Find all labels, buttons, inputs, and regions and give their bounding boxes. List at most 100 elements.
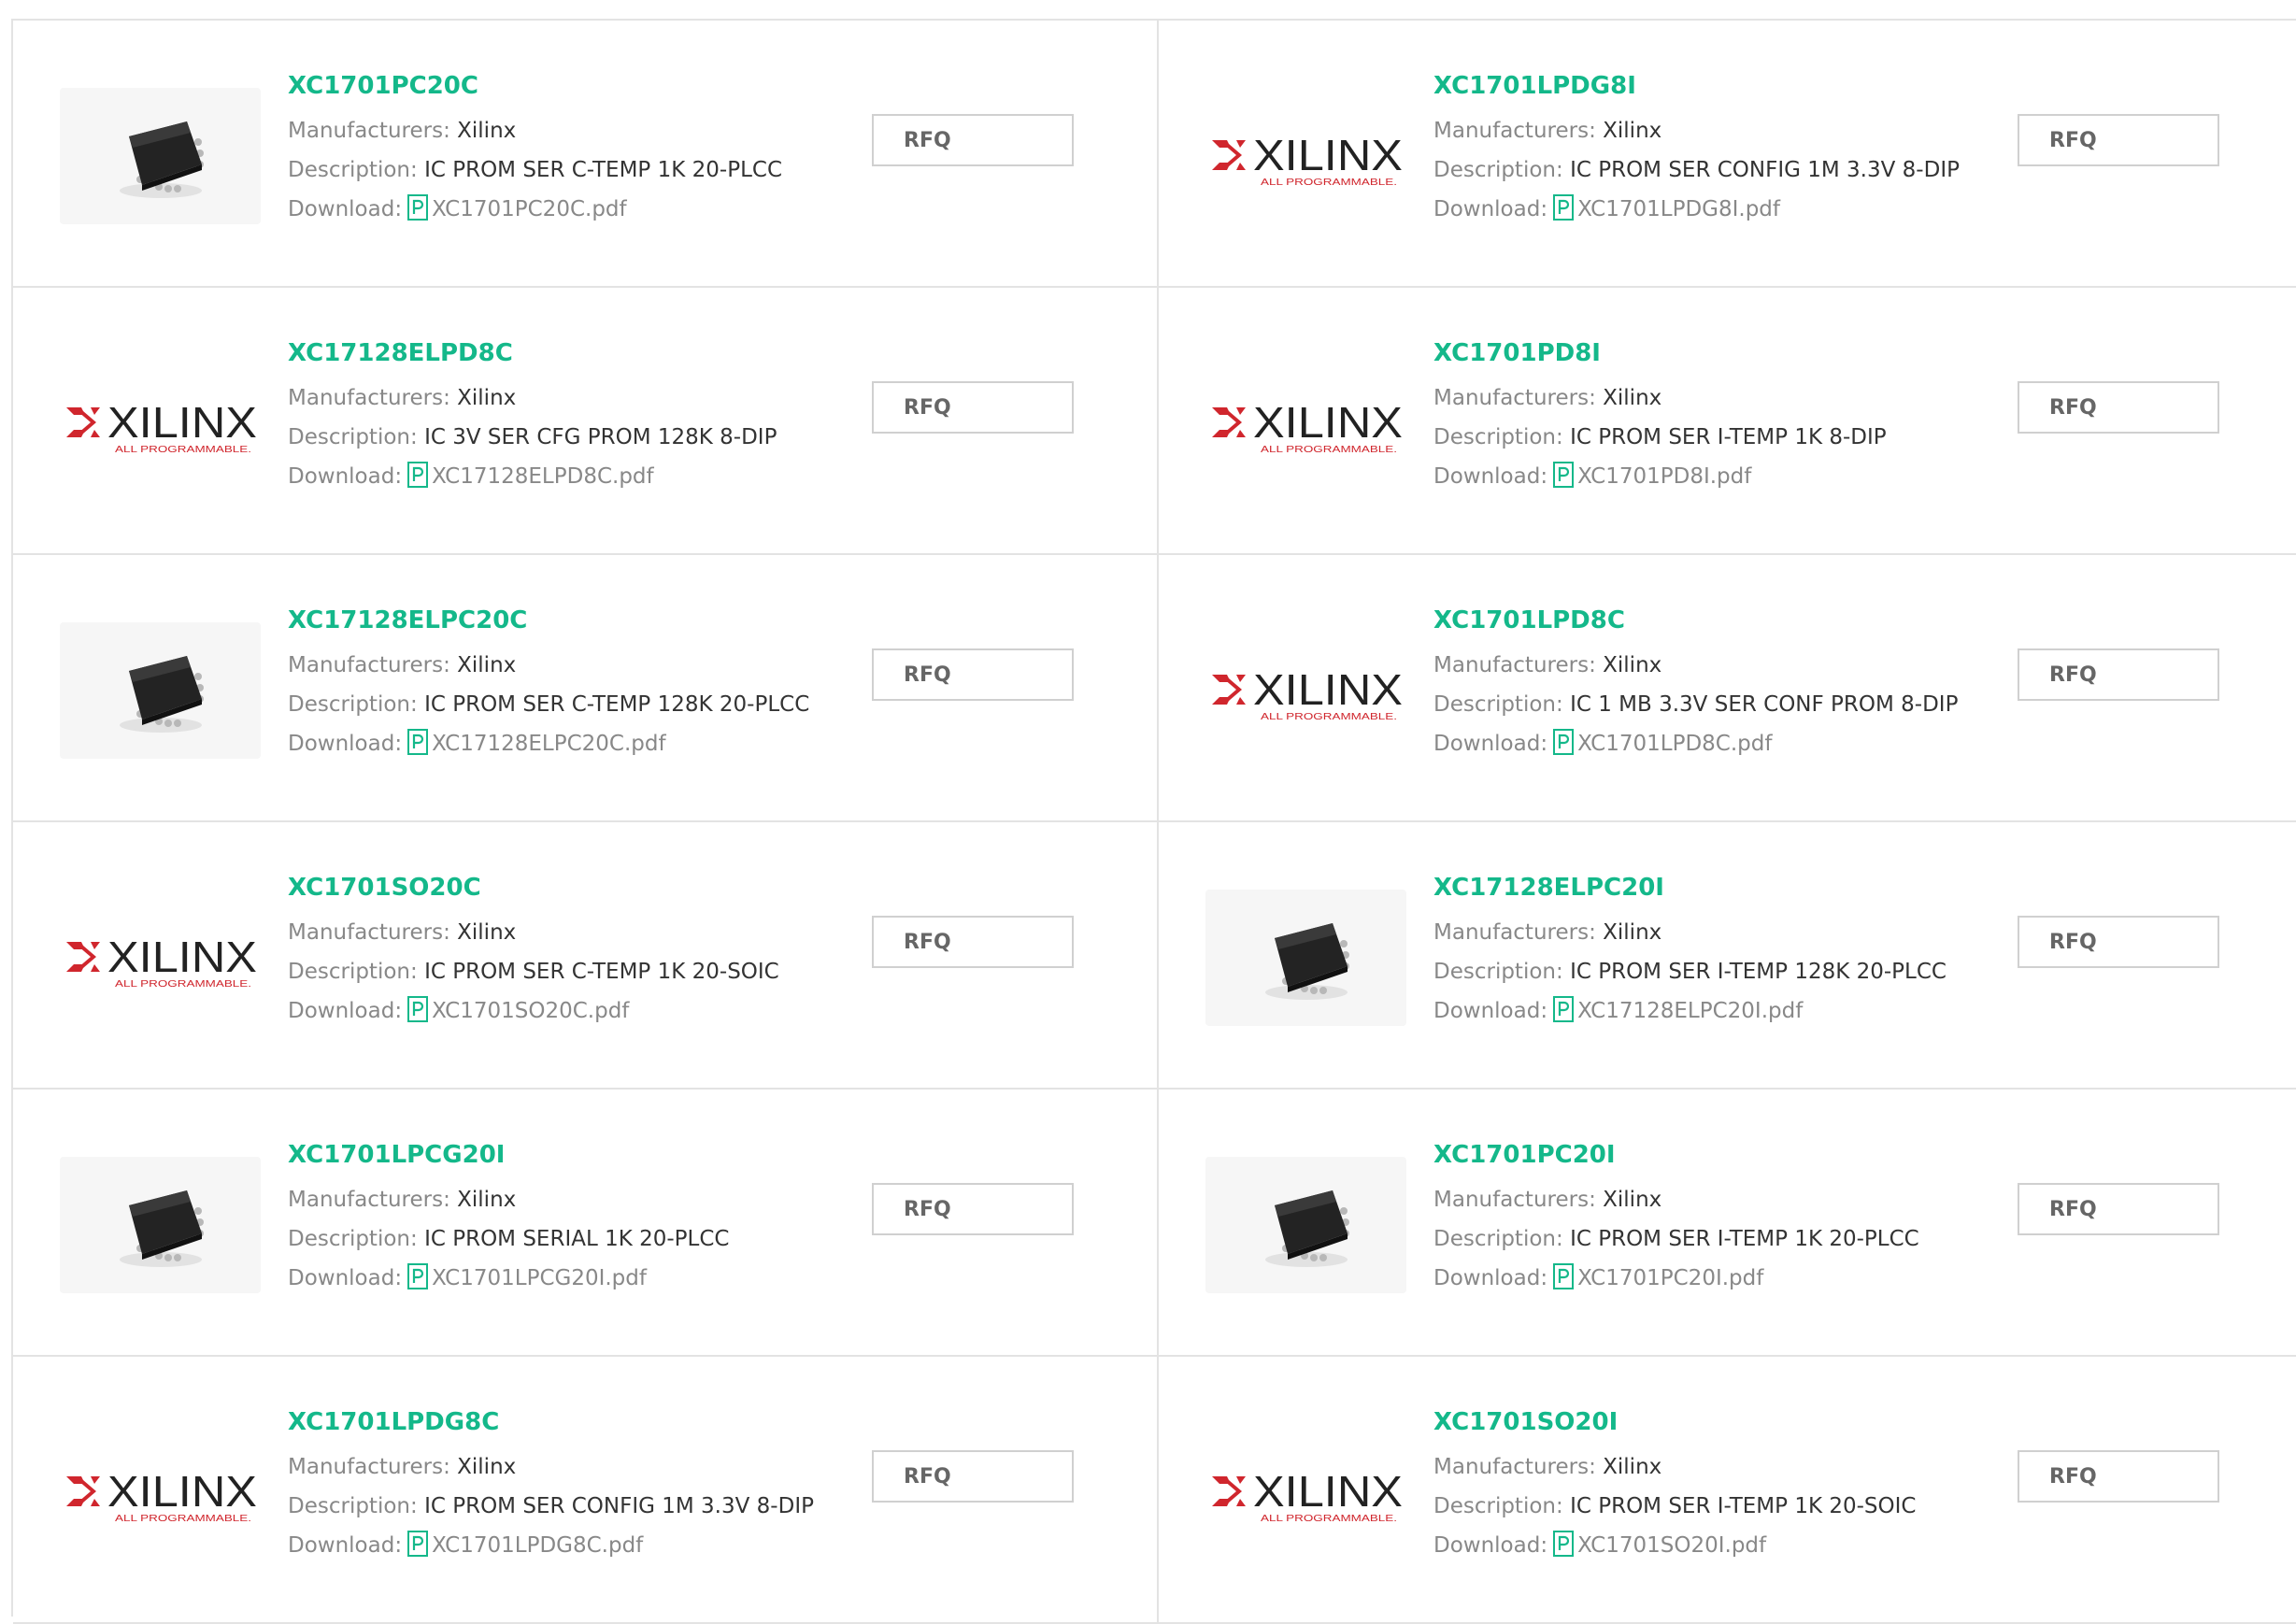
rfq-button[interactable]: RFQ — [872, 648, 1074, 701]
datasheet-link[interactable]: XC1701LPDG8I.pdf — [1577, 197, 1780, 221]
pdf-file-icon[interactable] — [1553, 462, 1575, 488]
datasheet-link[interactable]: XC1701PC20I.pdf — [1577, 1266, 1763, 1290]
part-number-link[interactable]: XC1701PD8I — [1433, 338, 1887, 368]
chip-photo-image[interactable] — [60, 1157, 261, 1293]
product-card: XILINX ALL PROGRAMMABLE. XC1701LPD8C Manu… — [1159, 555, 2296, 822]
part-number-link[interactable]: XC1701LPDG8I — [1433, 71, 1960, 101]
description-label: Description: — [288, 1494, 418, 1518]
manufacturer-value: Xilinx — [1603, 1455, 1662, 1479]
download-line: Download: XC17128ELPD8C.pdf — [288, 457, 777, 496]
pdf-file-icon[interactable] — [407, 1531, 429, 1557]
download-line: Download: XC17128ELPC20C.pdf — [288, 724, 809, 763]
description-line: Description: IC PROM SER I-TEMP 128K 20-… — [1433, 952, 1947, 991]
pdf-file-icon[interactable] — [1553, 1531, 1575, 1557]
datasheet-link[interactable]: XC17128ELPD8C.pdf — [432, 464, 654, 489]
chip-photo-image[interactable] — [60, 622, 261, 759]
xilinx-logo-image[interactable]: XILINX ALL PROGRAMMABLE. — [1205, 1424, 1406, 1560]
rfq-button[interactable]: RFQ — [2018, 114, 2219, 166]
description-line: Description: IC PROM SERIAL 1K 20-PLCC — [288, 1219, 729, 1259]
part-number-link[interactable]: XC17128ELPC20I — [1433, 873, 1947, 903]
description-label: Description: — [1433, 1227, 1563, 1251]
manufacturer-label: Manufacturers: — [288, 1455, 450, 1479]
download-line: Download: XC17128ELPC20I.pdf — [1433, 991, 1947, 1031]
rfq-button[interactable]: RFQ — [2018, 916, 2219, 968]
part-number-link[interactable]: XC1701LPCG20I — [288, 1140, 729, 1170]
product-card: XILINX ALL PROGRAMMABLE. XC17128ELPD8C Ma… — [13, 288, 1159, 555]
pdf-file-icon[interactable] — [1553, 1263, 1575, 1289]
manufacturer-line: Manufacturers: Xilinx — [1433, 1447, 1916, 1487]
description-line: Description: IC PROM SER CONFIG 1M 3.3V … — [1433, 150, 1960, 190]
pdf-file-icon[interactable] — [1553, 996, 1575, 1022]
pdf-file-icon[interactable] — [407, 462, 429, 488]
xilinx-logo-image[interactable]: XILINX ALL PROGRAMMABLE. — [60, 1424, 261, 1560]
datasheet-link[interactable]: XC1701SO20I.pdf — [1577, 1533, 1766, 1558]
description-label: Description: — [1433, 1494, 1563, 1518]
datasheet-link[interactable]: XC1701LPCG20I.pdf — [432, 1266, 647, 1290]
part-number-link[interactable]: XC1701SO20C — [288, 873, 779, 903]
rfq-button[interactable]: RFQ — [872, 381, 1074, 434]
pdf-file-icon[interactable] — [1553, 194, 1575, 221]
product-info: XC1701PC20I Manufacturers: Xilinx Descri… — [1433, 1140, 1919, 1298]
manufacturer-value: Xilinx — [457, 386, 517, 410]
xilinx-logo-image[interactable]: XILINX ALL PROGRAMMABLE. — [60, 890, 261, 1026]
xilinx-logo-image[interactable]: XILINX ALL PROGRAMMABLE. — [1205, 355, 1406, 491]
datasheet-link[interactable]: XC1701PC20C.pdf — [432, 197, 627, 221]
pdf-file-icon[interactable] — [407, 1263, 429, 1289]
part-number-link[interactable]: XC1701PC20I — [1433, 1140, 1919, 1170]
part-number-link[interactable]: XC1701PC20C — [288, 71, 782, 101]
pdf-file-icon[interactable] — [407, 729, 429, 755]
manufacturer-line: Manufacturers: Xilinx — [288, 378, 777, 418]
rfq-button[interactable]: RFQ — [872, 1450, 1074, 1503]
product-card: XC1701PC20I Manufacturers: Xilinx Descri… — [1159, 1090, 2296, 1357]
description-label: Description: — [288, 425, 418, 449]
datasheet-link[interactable]: XC1701PD8I.pdf — [1577, 464, 1751, 489]
datasheet-link[interactable]: XC1701LPD8C.pdf — [1577, 732, 1772, 756]
download-label: Download: — [288, 1533, 403, 1558]
pdf-file-icon[interactable] — [407, 996, 429, 1022]
download-line: Download: XC1701LPD8C.pdf — [1433, 724, 1958, 763]
product-card: XC1701LPCG20I Manufacturers: Xilinx Desc… — [13, 1090, 1159, 1357]
svg-text:ALL PROGRAMMABLE.: ALL PROGRAMMABLE. — [115, 979, 251, 990]
part-number-link[interactable]: XC17128ELPD8C — [288, 338, 777, 368]
rfq-button[interactable]: RFQ — [2018, 1450, 2219, 1503]
datasheet-link[interactable]: XC17128ELPC20C.pdf — [432, 732, 666, 756]
xilinx-logo-image[interactable]: XILINX ALL PROGRAMMABLE. — [60, 355, 261, 491]
manufacturer-value: Xilinx — [1603, 119, 1662, 143]
chip-photo-image[interactable] — [60, 88, 261, 224]
datasheet-link[interactable]: XC17128ELPC20I.pdf — [1577, 999, 1803, 1023]
description-line: Description: IC PROM SER C-TEMP 128K 20-… — [288, 685, 809, 724]
download-label: Download: — [1433, 999, 1548, 1023]
rfq-button[interactable]: RFQ — [872, 1183, 1074, 1235]
download-line: Download: XC1701PC20C.pdf — [288, 190, 782, 229]
manufacturer-label: Manufacturers: — [288, 653, 450, 677]
product-card: XILINX ALL PROGRAMMABLE. XC1701LPDG8I Man… — [1159, 21, 2296, 288]
rfq-button[interactable]: RFQ — [872, 114, 1074, 166]
xilinx-logo-image[interactable]: XILINX ALL PROGRAMMABLE. — [1205, 88, 1406, 224]
pdf-file-icon[interactable] — [1553, 729, 1575, 755]
part-number-link[interactable]: XC1701SO20I — [1433, 1407, 1916, 1437]
pdf-file-icon[interactable] — [407, 194, 429, 221]
rfq-button[interactable]: RFQ — [2018, 381, 2219, 434]
manufacturer-value: Xilinx — [457, 1188, 517, 1212]
datasheet-link[interactable]: XC1701LPDG8C.pdf — [432, 1533, 643, 1558]
rfq-button[interactable]: RFQ — [2018, 1183, 2219, 1235]
product-info: XC1701LPDG8C Manufacturers: Xilinx Descr… — [288, 1407, 814, 1565]
download-line: Download: XC1701LPDG8C.pdf — [288, 1526, 814, 1565]
chip-photo-image[interactable] — [1205, 1157, 1406, 1293]
manufacturer-value: Xilinx — [1603, 386, 1662, 410]
xilinx-logo-image[interactable]: XILINX ALL PROGRAMMABLE. — [1205, 622, 1406, 759]
product-info: XC1701LPCG20I Manufacturers: Xilinx Desc… — [288, 1140, 729, 1298]
part-number-link[interactable]: XC1701LPDG8C — [288, 1407, 814, 1437]
manufacturer-line: Manufacturers: Xilinx — [288, 111, 782, 150]
chip-photo-image[interactable] — [1205, 890, 1406, 1026]
part-number-link[interactable]: XC17128ELPC20C — [288, 605, 809, 635]
download-line: Download: XC1701LPDG8I.pdf — [1433, 190, 1960, 229]
download-label: Download: — [1433, 1266, 1548, 1290]
description-line: Description: IC PROM SER C-TEMP 1K 20-PL… — [288, 150, 782, 190]
rfq-button[interactable]: RFQ — [2018, 648, 2219, 701]
datasheet-link[interactable]: XC1701SO20C.pdf — [432, 999, 629, 1023]
product-card: XILINX ALL PROGRAMMABLE. XC1701SO20I Manu… — [1159, 1357, 2296, 1624]
rfq-button[interactable]: RFQ — [872, 916, 1074, 968]
download-line: Download: XC1701LPCG20I.pdf — [288, 1259, 729, 1298]
part-number-link[interactable]: XC1701LPD8C — [1433, 605, 1958, 635]
